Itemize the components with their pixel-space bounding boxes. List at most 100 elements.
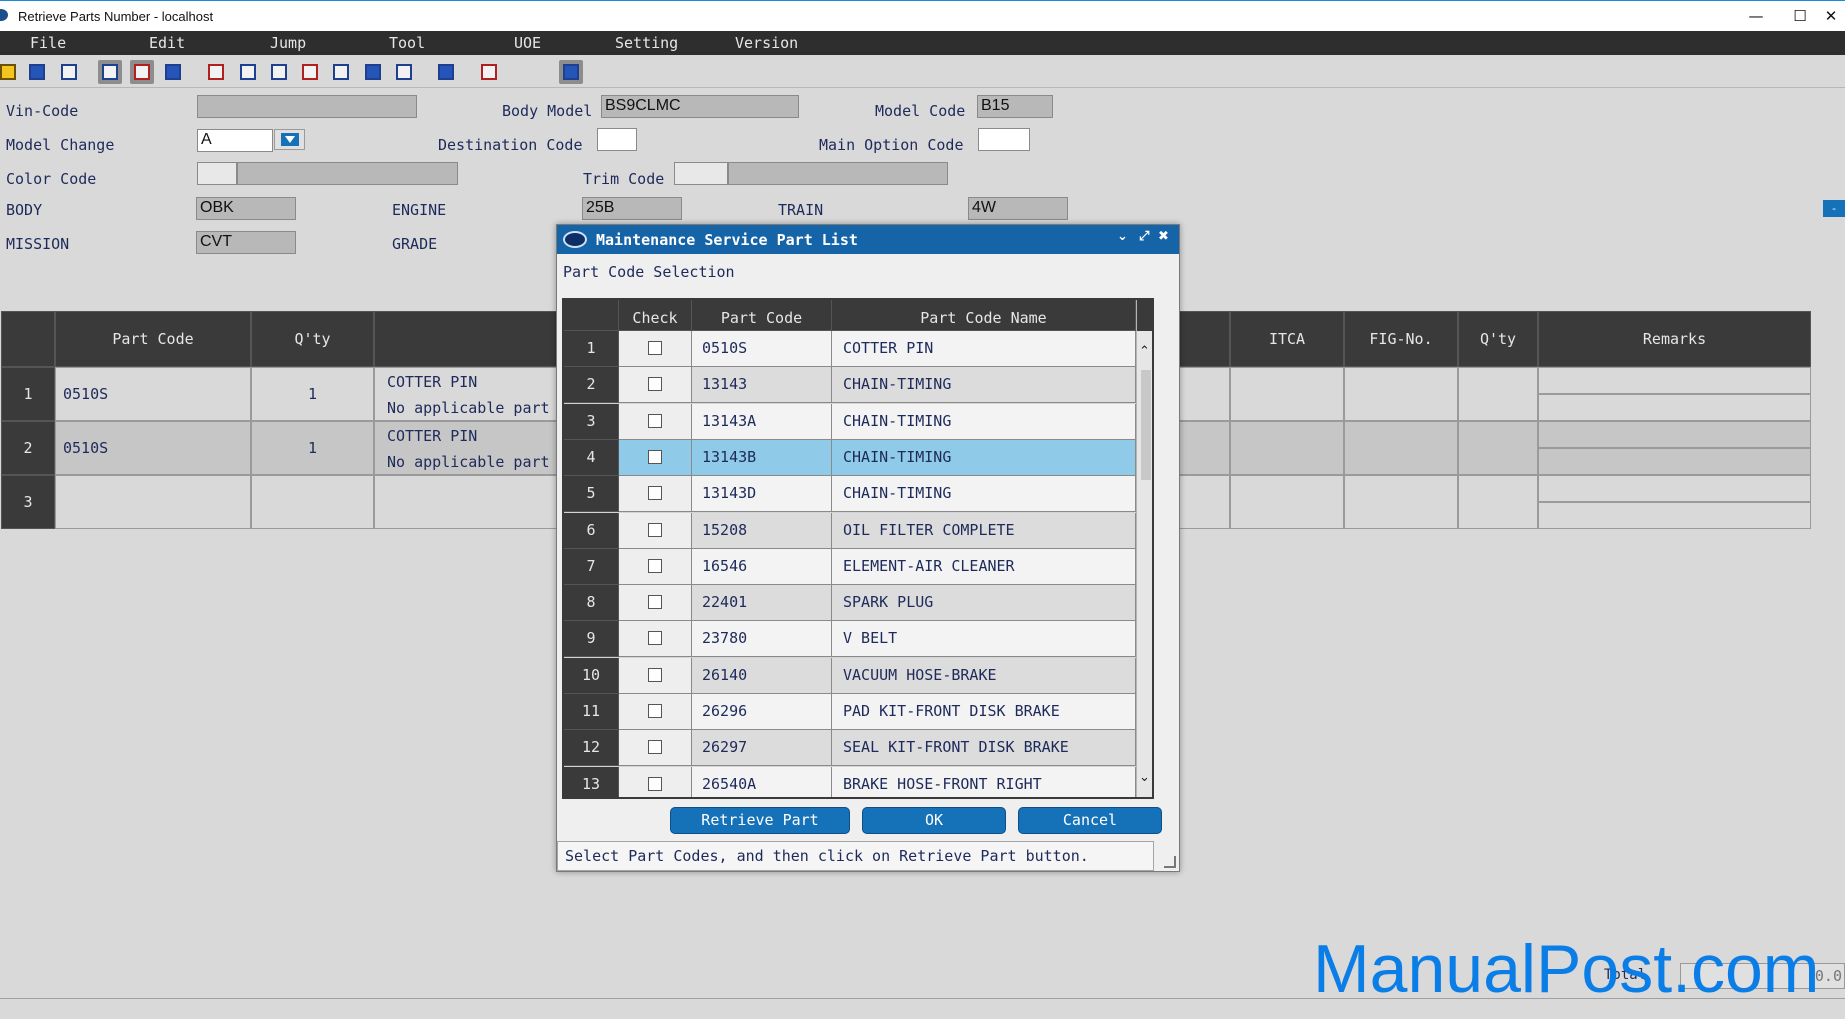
row-check-cell[interactable] — [619, 766, 692, 797]
row-check-cell[interactable] — [619, 476, 692, 513]
grid-scrollbar[interactable]: ⌃ ⌄ — [1136, 300, 1152, 797]
collapse-icon[interactable]: ⌄ — [1117, 229, 1128, 244]
row-part-code-name[interactable]: OIL FILTER COMPLETE — [832, 512, 1136, 549]
menu-jump[interactable]: Jump — [270, 34, 306, 52]
copy-grid-icon[interactable] — [267, 60, 291, 84]
export-icon[interactable] — [161, 60, 185, 84]
body-model-field[interactable]: BS9CLMC — [601, 95, 799, 118]
row-checkbox[interactable] — [648, 704, 662, 718]
color-code-field[interactable] — [197, 162, 237, 185]
retrieve-000-icon[interactable] — [130, 60, 154, 84]
menu-uoe[interactable]: UOE — [514, 34, 541, 52]
vin-code-field[interactable] — [197, 95, 417, 118]
table-row-qty-2[interactable] — [1458, 367, 1538, 421]
row-part-code[interactable]: 13143D — [692, 476, 832, 513]
row-checkbox[interactable] — [648, 377, 662, 392]
table-row-itca[interactable] — [1230, 367, 1344, 421]
list-edit-icon[interactable] — [204, 60, 228, 84]
text-icon[interactable] — [329, 60, 353, 84]
row-checkbox[interactable] — [648, 631, 662, 646]
table-row-qty-2[interactable] — [1458, 475, 1538, 529]
model-change-select[interactable]: A — [197, 129, 273, 152]
row-part-code-name[interactable]: CHAIN-TIMING — [832, 403, 1136, 440]
row-part-code-name[interactable]: CHAIN-TIMING — [832, 439, 1136, 476]
row-check-cell[interactable] — [619, 621, 692, 658]
close-button[interactable]: ✕ — [1815, 5, 1845, 27]
table-row-part-code[interactable]: 0510S — [55, 421, 251, 475]
menu-version[interactable]: Version — [735, 34, 798, 52]
model-change-dropdown-button[interactable] — [274, 129, 305, 150]
row-part-code-name[interactable]: SEAL KIT-FRONT DISK BRAKE — [832, 730, 1136, 767]
model-code-field[interactable]: B15 — [977, 95, 1053, 118]
table-row-fig-no[interactable] — [1344, 475, 1458, 529]
window-icon[interactable] — [559, 60, 583, 84]
row-part-code[interactable]: 26296 — [692, 694, 832, 730]
table-row-qty[interactable]: 1 — [251, 421, 374, 475]
row-part-code-name[interactable]: V BELT — [832, 621, 1136, 658]
table-row-itca[interactable] — [1230, 421, 1344, 475]
row-part-code-name[interactable]: CHAIN-TIMING — [832, 476, 1136, 513]
scroll-down-icon[interactable]: ⌄ — [1139, 770, 1150, 785]
table-row-part-code[interactable] — [55, 475, 251, 529]
tools-icon[interactable] — [361, 60, 385, 84]
cancel-button[interactable]: Cancel — [1018, 807, 1162, 834]
table-row-remarks-2[interactable] — [1538, 502, 1811, 529]
scrollbar-thumb[interactable] — [1141, 370, 1151, 480]
minimize-button[interactable]: — — [1740, 5, 1772, 27]
row-part-code-name[interactable]: SPARK PLUG — [832, 585, 1136, 622]
retrieve-part-button[interactable]: Retrieve Part — [670, 807, 850, 834]
row-part-code-name[interactable]: PAD KIT-FRONT DISK BRAKE — [832, 694, 1136, 730]
row-check-cell[interactable] — [619, 548, 692, 585]
row-checkbox[interactable] — [648, 740, 662, 755]
resize-grip-icon[interactable] — [1164, 856, 1176, 868]
row-checkbox[interactable] — [648, 595, 662, 610]
row-check-cell[interactable] — [619, 694, 692, 730]
row-check-cell[interactable] — [619, 331, 692, 367]
row-part-code[interactable]: 13143 — [692, 367, 832, 404]
row-part-code[interactable]: 22401 — [692, 585, 832, 622]
table-row-qty[interactable] — [251, 475, 374, 529]
row-checkbox[interactable] — [648, 776, 662, 791]
table-row-part-code[interactable]: 0510S — [55, 367, 251, 421]
row-part-code-name[interactable]: ELEMENT-AIR CLEANER — [832, 548, 1136, 585]
row-part-code-name[interactable]: BRAKE HOSE-FRONT RIGHT — [832, 766, 1136, 797]
side-panel-tab[interactable]: - — [1823, 200, 1845, 217]
menu-file[interactable]: File — [30, 34, 66, 52]
row-checkbox[interactable] — [648, 522, 662, 537]
row-checkbox[interactable] — [648, 341, 662, 355]
save-icon[interactable] — [25, 60, 49, 84]
row-check-cell[interactable] — [619, 439, 692, 476]
table-row-fig-no[interactable] — [1344, 367, 1458, 421]
menu-edit[interactable]: Edit — [149, 34, 185, 52]
calculator-icon[interactable] — [392, 60, 416, 84]
row-part-code[interactable]: 0510S — [692, 331, 832, 367]
row-part-code[interactable]: 13143B — [692, 439, 832, 476]
row-check-cell[interactable] — [619, 730, 692, 767]
main-option-code-field[interactable] — [978, 128, 1030, 151]
table-row-remarks-2[interactable] — [1538, 394, 1811, 421]
row-check-cell[interactable] — [619, 585, 692, 622]
row-checkbox[interactable] — [648, 558, 662, 573]
row-part-code[interactable]: 16546 — [692, 548, 832, 585]
row-check-cell[interactable] — [619, 367, 692, 404]
scroll-up-icon[interactable]: ⌃ — [1139, 344, 1150, 359]
dialog-close-icon[interactable]: ✖ — [1158, 229, 1169, 244]
table-row-qty-2[interactable] — [1458, 421, 1538, 475]
table-row-itca[interactable] — [1230, 475, 1344, 529]
row-part-code[interactable]: 26540A — [692, 766, 832, 797]
destination-code-field[interactable] — [597, 128, 637, 151]
table-row-remarks-2[interactable] — [1538, 448, 1811, 475]
row-part-code-name[interactable]: COTTER PIN — [832, 331, 1136, 367]
row-check-cell[interactable] — [619, 657, 692, 694]
row-checkbox[interactable] — [648, 413, 662, 428]
table-row-qty[interactable]: 1 — [251, 367, 374, 421]
table-row-fig-no[interactable] — [1344, 421, 1458, 475]
row-part-code-name[interactable]: VACUUM HOSE-BRAKE — [832, 657, 1136, 694]
row-part-code[interactable]: 15208 — [692, 512, 832, 549]
manual-icon[interactable] — [434, 60, 458, 84]
maximize-button[interactable]: ☐ — [1784, 5, 1816, 27]
row-part-code[interactable]: 23780 — [692, 621, 832, 658]
grid-icon[interactable] — [236, 60, 260, 84]
row-part-code[interactable]: 26297 — [692, 730, 832, 767]
alert-list-icon[interactable] — [477, 60, 501, 84]
